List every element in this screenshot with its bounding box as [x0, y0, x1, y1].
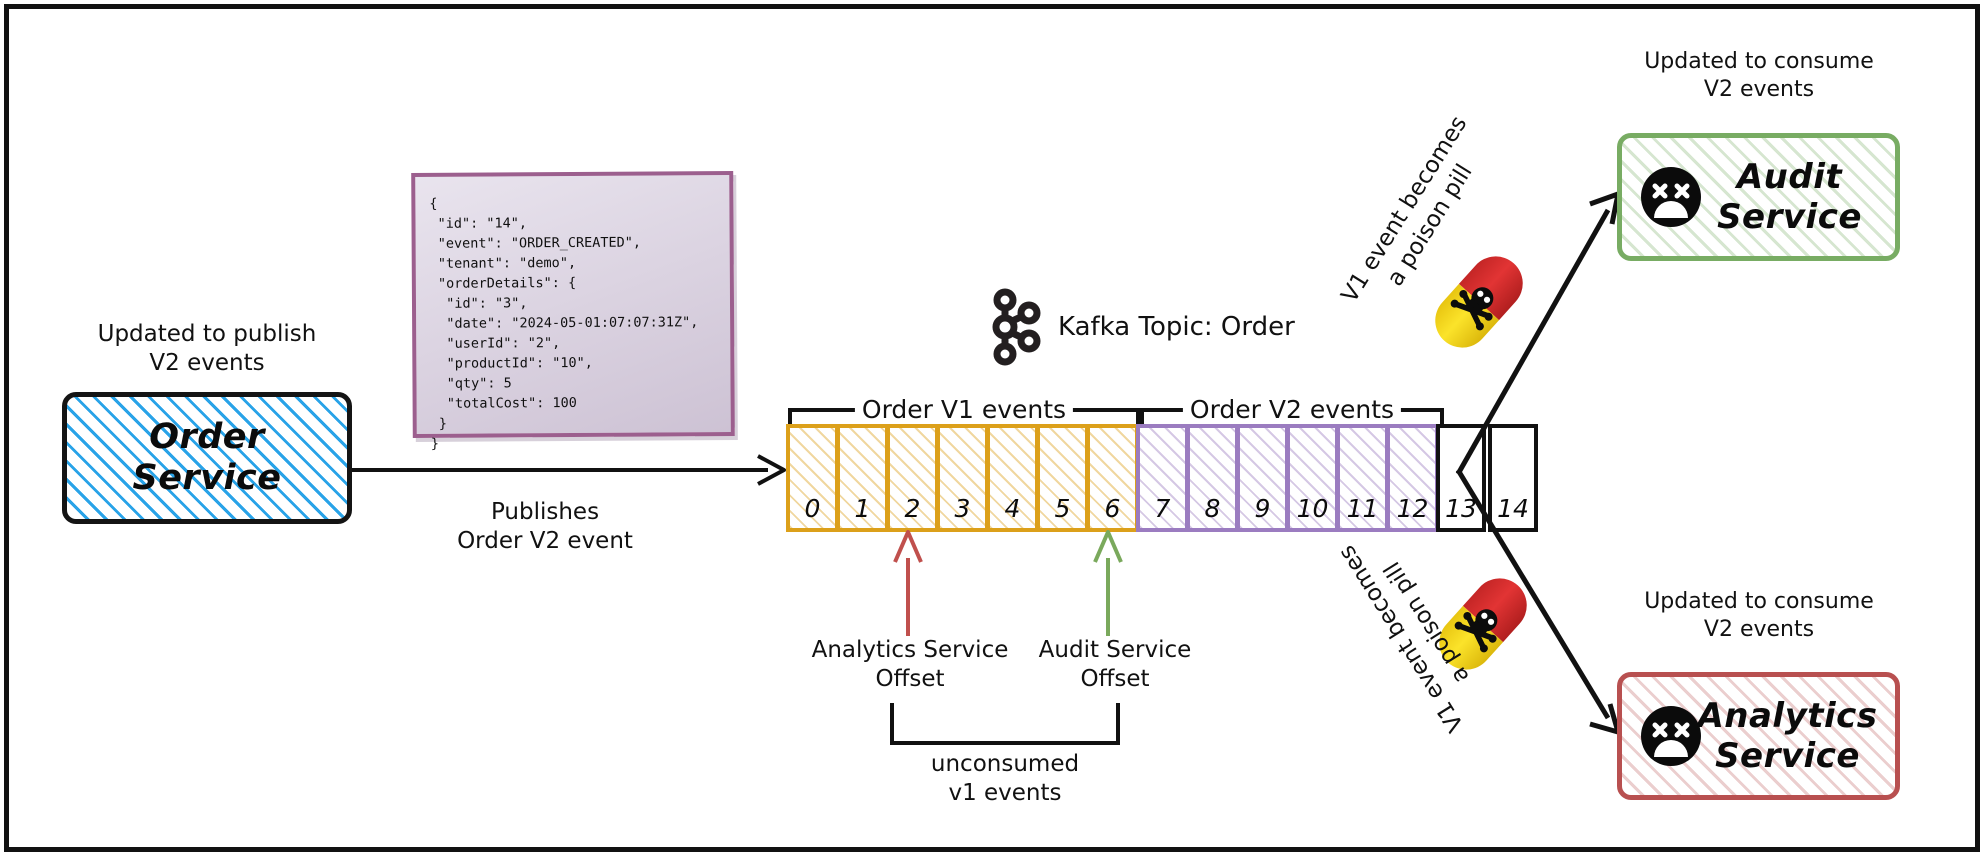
audit-service-box[interactable]: Audit Service: [1617, 133, 1900, 261]
bracket-order-v2: Order V2 events: [1140, 395, 1444, 424]
order-service-box[interactable]: Order Service: [62, 392, 352, 524]
partition-cell-offset-label: 14: [1497, 494, 1529, 523]
event-json-text: { "id": "14", "event": "ORDER_CREATED", …: [429, 195, 699, 452]
partition-cell-1: 1: [836, 424, 889, 532]
partition-cell-offset-label: 5: [1054, 494, 1071, 523]
partition-cell-12: 12: [1386, 424, 1439, 532]
analytics-service-caption: Updated to consume V2 events: [1644, 589, 1874, 643]
partition-cell-offset-label: 7: [1154, 494, 1171, 523]
partition-cell-8: 8: [1186, 424, 1239, 532]
partition-cell-0: 0: [786, 424, 839, 532]
partition-cell-10: 10: [1286, 424, 1339, 532]
audit-service-caption: Updated to consume V2 events: [1644, 49, 1874, 103]
partition-cell-offset-label: 12: [1396, 494, 1429, 523]
diagram-canvas: Updated to publish V2 events Order Servi…: [0, 0, 1988, 860]
partition-cell-offset-label: 1: [854, 494, 871, 523]
partition-cell-offset-label: 0: [804, 494, 821, 523]
partition-cell-offset-label: 2: [904, 494, 921, 523]
partition-cell-offset-label: 6: [1104, 494, 1121, 523]
dead-face-icon: [1641, 706, 1701, 766]
partition-cell-offset-label: 13: [1445, 494, 1477, 523]
kafka-logo-icon: [992, 288, 1041, 366]
audit-offset-label: Audit Service Offset: [1038, 637, 1192, 693]
partition-cell-offset-label: 8: [1204, 494, 1221, 523]
analytics-service-box[interactable]: Analytics Service: [1617, 672, 1900, 800]
bracket-order-v2-label: Order V2 events: [1182, 395, 1402, 424]
bracket-order-v1: Order V1 events: [788, 395, 1140, 424]
publish-arrow-label: Publishes Order V2 event: [457, 499, 633, 555]
audit-offset-arrow: [1093, 530, 1123, 636]
partition-cell-6: 6: [1086, 424, 1139, 532]
order-service-label: Order Service: [132, 416, 282, 498]
producer-caption: Updated to publish V2 events: [97, 321, 317, 377]
partition-cell-3: 3: [936, 424, 989, 532]
partition-cell-4: 4: [986, 424, 1039, 532]
partition-cell-offset-label: 3: [954, 494, 971, 523]
partition-cell-7: 7: [1136, 424, 1189, 532]
partition-cell-offset-label: 11: [1346, 494, 1379, 523]
partition-cell-9: 9: [1236, 424, 1289, 532]
kafka-partition-strip: 0 1 2 3 4 5 6 7 8 9 10 11 12 13 14: [786, 424, 1540, 532]
partition-cell-5: 5: [1036, 424, 1089, 532]
partition-cell-11: 11: [1336, 424, 1389, 532]
bracket-order-v1-label: Order V1 events: [854, 395, 1074, 424]
dead-face-icon: [1641, 167, 1701, 227]
event-json-note: { "id": "14", "event": "ORDER_CREATED", …: [411, 171, 735, 451]
unconsumed-bracket: [890, 703, 1120, 745]
kafka-topic-label: Kafka Topic: Order: [1058, 312, 1295, 342]
partition-cell-offset-label: 10: [1296, 494, 1329, 523]
unconsumed-label: unconsumed v1 events: [930, 751, 1080, 807]
partition-cell-offset-label: 9: [1254, 494, 1271, 523]
kafka-topic-row: Kafka Topic: Order: [990, 288, 1295, 366]
analytics-offset-arrow: [893, 530, 923, 636]
partition-cell-2: 2: [886, 424, 939, 532]
partition-cell-offset-label: 4: [1004, 494, 1021, 523]
